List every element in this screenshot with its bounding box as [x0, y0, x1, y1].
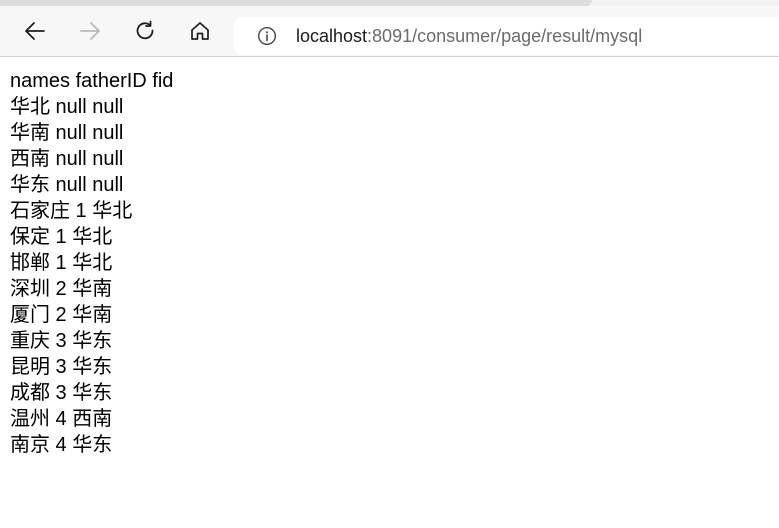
result-row: 成都 3 华东	[10, 382, 113, 404]
result-row: 深圳 2 华南	[10, 278, 113, 300]
browser-toolbar: localhost:8091/consumer/page/result/mysq…	[0, 6, 779, 57]
url-path: :8091/consumer/page/result/mysql	[367, 25, 643, 46]
result-row: 重庆 3 华东	[10, 330, 113, 352]
result-row: 华北 null null	[10, 96, 124, 118]
info-icon[interactable]	[257, 26, 277, 46]
url-host: localhost	[296, 25, 368, 46]
forward-button[interactable]	[75, 16, 105, 46]
home-button[interactable]	[185, 16, 215, 46]
reload-button[interactable]	[130, 16, 160, 46]
home-icon	[188, 19, 212, 43]
result-row: 南京 4 华东	[10, 434, 113, 456]
page-content: names fatherID fid 华北 null null 华南 null …	[0, 57, 779, 458]
back-arrow-icon	[23, 19, 47, 43]
result-row: 华东 null null	[10, 174, 124, 196]
address-bar[interactable]: localhost:8091/consumer/page/result/mysq…	[234, 17, 779, 55]
result-row: 邯郸 1 华北	[10, 252, 113, 274]
result-header: names fatherID fid	[10, 70, 174, 92]
back-button[interactable]	[20, 16, 50, 46]
result-row: 温州 4 西南	[10, 408, 113, 430]
result-row: 厦门 2 华南	[10, 304, 113, 326]
result-row: 昆明 3 华东	[10, 356, 113, 378]
result-row: 华南 null null	[10, 122, 124, 144]
result-row: 西南 null null	[10, 148, 124, 170]
result-row: 石家庄 1 华北	[10, 200, 133, 222]
result-row: 保定 1 华北	[10, 226, 113, 248]
reload-icon	[133, 19, 157, 43]
forward-arrow-icon	[78, 19, 102, 43]
url-text[interactable]: localhost:8091/consumer/page/result/mysq…	[296, 26, 642, 47]
